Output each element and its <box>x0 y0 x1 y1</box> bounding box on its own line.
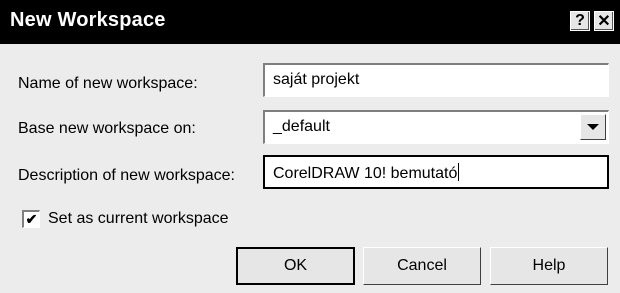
name-label: Name of new workspace: <box>18 75 198 92</box>
name-value: saját projekt <box>273 71 360 88</box>
description-label: Description of new workspace: <box>18 167 235 184</box>
ok-button[interactable]: OK <box>236 247 355 285</box>
base-label: Base new workspace on: <box>18 120 196 137</box>
base-value: _default <box>273 118 330 135</box>
cancel-button[interactable]: Cancel <box>363 247 481 285</box>
set-current-checkbox[interactable]: ✔ <box>22 210 40 228</box>
help-icon[interactable]: ? <box>570 11 590 31</box>
new-workspace-dialog: New Workspace ? ✕ Name of new workspace:… <box>0 0 620 293</box>
chevron-down-icon <box>587 124 599 130</box>
help-button[interactable]: Help <box>490 247 608 285</box>
base-workspace-select[interactable]: _default <box>263 110 609 144</box>
dialog-title: New Workspace <box>10 9 166 31</box>
name-field[interactable]: saját projekt <box>263 63 609 97</box>
title-bar[interactable]: New Workspace ? ✕ <box>0 0 620 44</box>
dropdown-button[interactable] <box>580 114 606 140</box>
description-field[interactable]: CorelDRAW 10! bemutató <box>263 155 609 189</box>
text-caret <box>458 163 460 181</box>
description-value: CorelDRAW 10! bemutató <box>273 165 458 182</box>
set-current-label[interactable]: Set as current workspace <box>48 210 229 228</box>
close-icon[interactable]: ✕ <box>594 11 614 31</box>
